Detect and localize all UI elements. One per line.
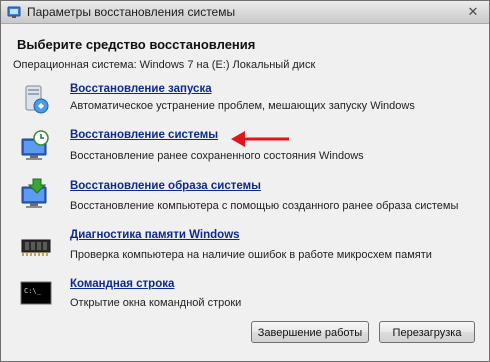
memory-diagnostic-icon [21,239,51,256]
startup-repair-icon [25,85,49,114]
system-restore-icon [21,130,49,160]
window-title: Параметры восстановления системы [27,5,236,19]
command-prompt-console-text: C:\_ [24,287,42,295]
startup-repair-description: Автоматическое устранение проблем, мешаю… [70,100,415,112]
system-image-recovery-link[interactable]: Восстановление образа системы [70,180,261,192]
operating-system-label: Операционная система: Windows 7 на (E:) … [13,59,316,71]
app-icon [7,6,21,18]
system-restore-link[interactable]: Восстановление системы [70,129,218,141]
content-area: Выберите средство восстановления Операци… [1,24,489,361]
command-prompt-link[interactable]: Командная строка [70,278,174,290]
system-restore-description: Восстановление ранее сохраненного состоя… [70,150,364,162]
shutdown-button[interactable]: Завершение работы [251,321,369,343]
command-prompt-description: Открытие окна командной строки [70,297,242,309]
restart-button[interactable]: Перезагрузка [379,321,475,343]
page-heading: Выберите средство восстановления [17,37,256,52]
system-image-recovery-description: Восстановление компьютера с помощью созд… [70,200,459,212]
command-prompt-icon: C:\_ [20,281,52,305]
system-image-recovery-icon [21,178,47,208]
memory-diagnostic-description: Проверка компьютера на наличие ошибок в … [70,249,432,261]
red-pointer-arrow-icon [231,131,289,147]
title-bar: Параметры восстановления системы ✕ [1,1,489,24]
startup-repair-link[interactable]: Восстановление запуска [70,83,212,95]
system-recovery-options-window: Параметры восстановления системы ✕ Выбер… [0,0,490,362]
close-button[interactable]: ✕ [465,4,481,20]
memory-diagnostic-link[interactable]: Диагностика памяти Windows [70,229,240,241]
